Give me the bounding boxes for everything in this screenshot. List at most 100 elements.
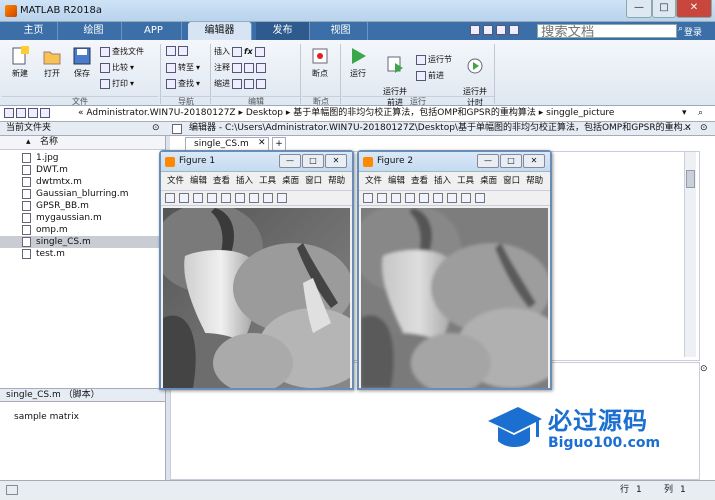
open-icon[interactable]	[179, 193, 189, 203]
open-icon[interactable]	[377, 193, 387, 203]
brush-icon[interactable]	[475, 193, 485, 203]
menu-edit[interactable]: 编辑	[388, 176, 405, 186]
find-button[interactable]: 查找 ▾	[166, 78, 200, 89]
menu-window[interactable]: 窗口	[503, 176, 520, 186]
add-tab-button[interactable]: +	[272, 137, 286, 151]
minimize-button[interactable]: —	[279, 154, 301, 168]
tab-home[interactable]: 主页	[10, 22, 58, 40]
menu-tools[interactable]: 工具	[259, 176, 276, 186]
list-item[interactable]: test.m	[0, 248, 165, 260]
list-item[interactable]: GPSR_BB.m	[0, 200, 165, 212]
undo-icon[interactable]	[496, 25, 506, 35]
pan-icon[interactable]	[461, 193, 471, 203]
menu-window[interactable]: 窗口	[305, 176, 322, 186]
zoom-out-icon[interactable]	[249, 193, 259, 203]
figure-title-bar[interactable]: Figure 2 — □ ✕	[359, 152, 550, 172]
figure-window-1[interactable]: Figure 1 — □ ✕ 文件 编辑 查看 插入 工具 桌面 窗口 帮助	[159, 150, 354, 390]
save-icon[interactable]	[391, 193, 401, 203]
tab-plots[interactable]: 绘图	[66, 22, 122, 40]
save-icon[interactable]	[193, 193, 203, 203]
tab-editor[interactable]: 编辑器	[188, 22, 252, 40]
column-header[interactable]: ▴ 名称	[0, 136, 165, 150]
back-arrow-icon[interactable]	[4, 108, 14, 118]
close-button[interactable]: ✕	[325, 154, 347, 168]
forward-arrow-icon[interactable]	[16, 108, 26, 118]
chevron-down-icon[interactable]: ▾	[682, 106, 687, 121]
search-input[interactable]	[537, 24, 677, 38]
comment-button[interactable]: 注释	[214, 62, 266, 73]
pointer-icon[interactable]	[221, 193, 231, 203]
zoom-in-icon[interactable]	[235, 193, 245, 203]
save-icon[interactable]	[470, 25, 480, 35]
menu-view[interactable]: 查看	[213, 176, 230, 186]
minimize-button[interactable]: —	[626, 0, 652, 18]
print-icon[interactable]	[405, 193, 415, 203]
browse-folder-icon[interactable]	[40, 108, 50, 118]
goto-button[interactable]: 转至 ▾	[166, 62, 200, 73]
close-button[interactable]: ✕	[676, 0, 712, 18]
column-name[interactable]: 名称	[40, 136, 58, 149]
tab-view[interactable]: 视图	[314, 22, 368, 40]
brush-icon[interactable]	[277, 193, 287, 203]
tab-apps[interactable]: APP	[126, 22, 182, 40]
list-item[interactable]: DWT.m	[0, 164, 165, 176]
menu-edit[interactable]: 编辑	[190, 176, 207, 186]
find-files-button[interactable]: 查找文件	[100, 46, 144, 57]
menu-view[interactable]: 查看	[411, 176, 428, 186]
tab-publish[interactable]: 发布	[256, 22, 310, 40]
list-item[interactable]: Gaussian_blurring.m	[0, 188, 165, 200]
menu-tools[interactable]: 工具	[457, 176, 474, 186]
menu-desktop[interactable]: 桌面	[282, 176, 299, 186]
panel-menu-icon[interactable]: ⊙	[152, 123, 160, 133]
up-folder-icon[interactable]	[28, 108, 38, 118]
cut-icon[interactable]	[483, 25, 493, 35]
print-button[interactable]: 打印 ▾	[100, 78, 134, 89]
menu-help[interactable]: 帮助	[526, 176, 543, 186]
advance-button[interactable]: 前进	[416, 70, 444, 81]
new-figure-icon[interactable]	[363, 193, 373, 203]
back-forward-buttons[interactable]	[166, 46, 188, 56]
menu-insert[interactable]: 插入	[236, 176, 253, 186]
run-section-button[interactable]: 运行节	[416, 54, 452, 65]
panel-menu-icon[interactable]: ⊙	[700, 122, 708, 135]
run-button[interactable]: 运行	[344, 46, 372, 79]
maximize-button[interactable]: □	[652, 0, 676, 18]
figure-window-2[interactable]: Figure 2 — □ ✕ 文件 编辑 查看 插入 工具 桌面 窗口 帮助	[357, 150, 552, 390]
redo-icon[interactable]	[509, 25, 519, 35]
menu-insert[interactable]: 插入	[434, 176, 451, 186]
menu-help[interactable]: 帮助	[328, 176, 345, 186]
close-button[interactable]: ✕	[523, 154, 545, 168]
list-item-selected[interactable]: single_CS.m	[0, 236, 165, 248]
new-figure-icon[interactable]	[165, 193, 175, 203]
pointer-icon[interactable]	[419, 193, 429, 203]
list-item[interactable]: omp.m	[0, 224, 165, 236]
editor-scrollbar[interactable]	[684, 152, 696, 357]
indent-button[interactable]: 缩进	[214, 78, 266, 89]
tab-single-cs[interactable]: single_CS.m	[185, 137, 269, 151]
list-item[interactable]: dwtmtx.m	[0, 176, 165, 188]
open-button[interactable]: 打开	[38, 46, 66, 79]
minimize-button[interactable]: —	[477, 154, 499, 168]
close-icon[interactable]: ✕	[684, 122, 692, 135]
details-header[interactable]: single_CS.m （脚本）	[0, 388, 165, 402]
panel-menu-icon[interactable]: ⊙	[700, 364, 708, 374]
breakpoints-button[interactable]: 断点	[306, 46, 334, 79]
compare-button[interactable]: 比较 ▾	[100, 62, 134, 73]
insert-button[interactable]: 插入 fx	[214, 46, 265, 57]
zoom-out-icon[interactable]	[447, 193, 457, 203]
maximize-button[interactable]: □	[500, 154, 522, 168]
scroll-thumb[interactable]	[686, 170, 695, 188]
print-icon[interactable]	[207, 193, 217, 203]
zoom-in-icon[interactable]	[433, 193, 443, 203]
new-button[interactable]: 新建	[6, 46, 34, 79]
menu-desktop[interactable]: 桌面	[480, 176, 497, 186]
login-button[interactable]: 登录	[684, 25, 702, 38]
list-item[interactable]: mygaussian.m	[0, 212, 165, 224]
maximize-button[interactable]: □	[302, 154, 324, 168]
menu-file[interactable]: 文件	[167, 176, 184, 186]
figure-title-bar[interactable]: Figure 1 — □ ✕	[161, 152, 352, 172]
search-icon[interactable]: ⌕	[698, 106, 703, 121]
menu-file[interactable]: 文件	[365, 176, 382, 186]
breadcrumb[interactable]: « Administrator.WIN7U-20180127Z ▸ Deskto…	[78, 106, 614, 121]
close-tab-icon[interactable]: ✕	[258, 138, 266, 148]
